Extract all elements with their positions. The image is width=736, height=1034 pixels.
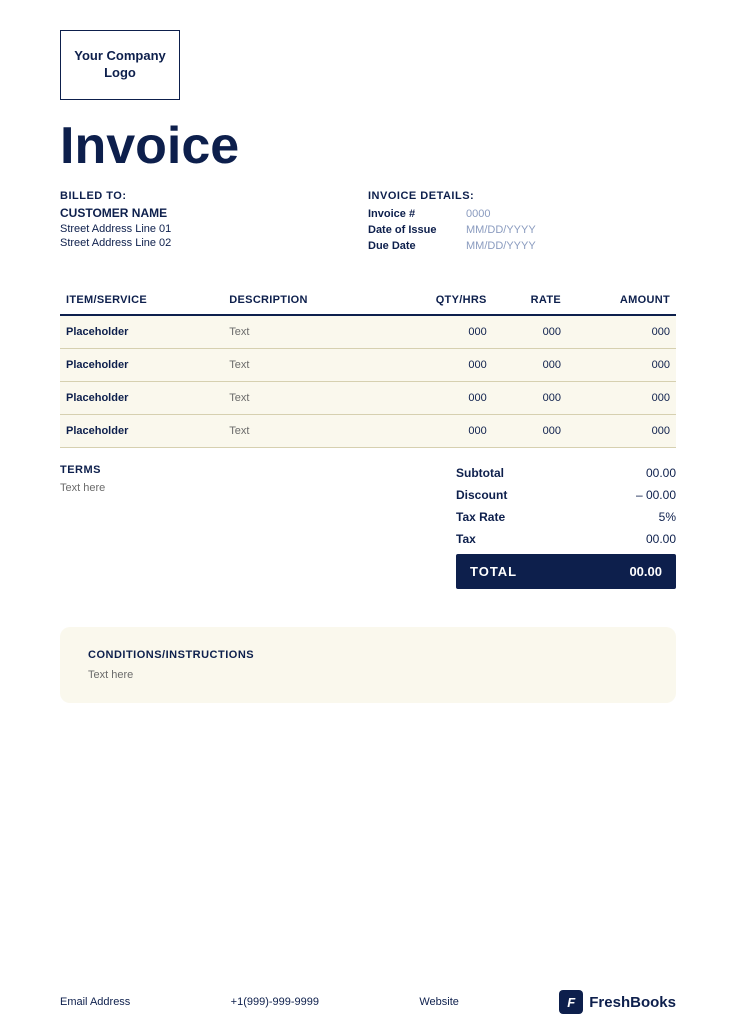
row-rate: 000: [493, 382, 567, 415]
total-final-row: TOTAL 00.00: [456, 554, 676, 589]
terms-text: Text here: [60, 482, 436, 494]
row-desc: Text: [223, 415, 382, 448]
row-qty: 000: [382, 315, 493, 349]
col-amount: AMOUNT: [567, 286, 676, 315]
row-amount: 000: [567, 415, 676, 448]
address-line-1: Street Address Line 01: [60, 223, 368, 235]
freshbooks-icon: F: [559, 990, 583, 1014]
bottom-section: TERMS Text here Subtotal 00.00 Discount …: [60, 448, 676, 599]
items-table: ITEM/SERVICE DESCRIPTION QTY/HRS RATE AM…: [60, 286, 676, 448]
row-rate: 000: [493, 415, 567, 448]
discount-value: – 00.00: [606, 488, 676, 502]
tax-rate-label: Tax Rate: [456, 510, 546, 524]
row-qty: 000: [382, 349, 493, 382]
row-desc: Text: [223, 315, 382, 349]
due-date-key: Due Date: [368, 240, 458, 252]
row-item: Placeholder: [60, 415, 223, 448]
company-logo: Your Company Logo: [60, 30, 180, 100]
subtotal-value: 00.00: [606, 466, 676, 480]
billed-to-label: BILLED TO:: [60, 190, 368, 202]
table-row: Placeholder Text 000 000 000: [60, 349, 676, 382]
row-amount: 000: [567, 315, 676, 349]
row-item: Placeholder: [60, 349, 223, 382]
date-of-issue-key: Date of Issue: [368, 224, 458, 236]
invoice-number-key: Invoice #: [368, 208, 458, 220]
invoice-page: Your Company Logo Invoice BILLED TO: CUS…: [0, 0, 736, 1034]
invoice-details-label: INVOICE DETAILS:: [368, 190, 474, 202]
row-desc: Text: [223, 382, 382, 415]
footer-phone: +1(999)-999-9999: [231, 996, 319, 1008]
conditions-text: Text here: [88, 669, 648, 681]
row-rate: 000: [493, 315, 567, 349]
date-of-issue-val: MM/DD/YYYY: [466, 224, 536, 236]
conditions-section: CONDITIONS/INSTRUCTIONS Text here: [60, 627, 676, 703]
discount-row: Discount – 00.00: [456, 486, 676, 504]
total-label: TOTAL: [470, 564, 517, 579]
col-item: ITEM/SERVICE: [60, 286, 223, 315]
total-value: 00.00: [629, 564, 662, 579]
row-qty: 000: [382, 415, 493, 448]
footer-website: Website: [419, 996, 459, 1008]
invoice-number-val: 0000: [466, 208, 490, 220]
table-row: Placeholder Text 000 000 000: [60, 315, 676, 349]
logo-text: Your Company Logo: [61, 48, 179, 82]
terms-label: TERMS: [60, 464, 436, 476]
subtotal-row: Subtotal 00.00: [456, 464, 676, 482]
col-rate: RATE: [493, 286, 567, 315]
row-item: Placeholder: [60, 315, 223, 349]
row-rate: 000: [493, 349, 567, 382]
freshbooks-name: FreshBooks: [589, 994, 676, 1011]
invoice-title: Invoice: [60, 120, 676, 172]
invoice-number-row: Invoice # 0000: [368, 208, 490, 220]
tax-row: Tax 00.00: [456, 530, 676, 548]
customer-name: CUSTOMER NAME: [60, 206, 368, 220]
table-row: Placeholder Text 000 000 000: [60, 415, 676, 448]
row-item: Placeholder: [60, 382, 223, 415]
freshbooks-logo: F FreshBooks: [559, 990, 676, 1014]
table-row: Placeholder Text 000 000 000: [60, 382, 676, 415]
tax-rate-row: Tax Rate 5%: [456, 508, 676, 526]
due-date-val: MM/DD/YYYY: [466, 240, 536, 252]
row-desc: Text: [223, 349, 382, 382]
discount-label: Discount: [456, 488, 546, 502]
tax-label: Tax: [456, 532, 546, 546]
conditions-label: CONDITIONS/INSTRUCTIONS: [88, 649, 648, 661]
footer-email: Email Address: [60, 996, 130, 1008]
row-qty: 000: [382, 382, 493, 415]
tax-rate-value: 5%: [606, 510, 676, 524]
totals-block: Subtotal 00.00 Discount – 00.00 Tax Rate…: [456, 464, 676, 589]
date-of-issue-row: Date of Issue MM/DD/YYYY: [368, 224, 536, 236]
row-amount: 000: [567, 382, 676, 415]
tax-value: 00.00: [606, 532, 676, 546]
invoice-details-block: INVOICE DETAILS: Invoice # 0000 Date of …: [368, 190, 676, 256]
col-qty: QTY/HRS: [382, 286, 493, 315]
col-desc: DESCRIPTION: [223, 286, 382, 315]
billed-to-block: BILLED TO: CUSTOMER NAME Street Address …: [60, 190, 368, 256]
row-amount: 000: [567, 349, 676, 382]
address-line-2: Street Address Line 02: [60, 237, 368, 249]
due-date-row: Due Date MM/DD/YYYY: [368, 240, 536, 252]
subtotal-label: Subtotal: [456, 466, 546, 480]
billing-section: BILLED TO: CUSTOMER NAME Street Address …: [60, 190, 676, 256]
footer: Email Address +1(999)-999-9999 Website F…: [60, 980, 676, 1014]
terms-block: TERMS Text here: [60, 464, 456, 589]
